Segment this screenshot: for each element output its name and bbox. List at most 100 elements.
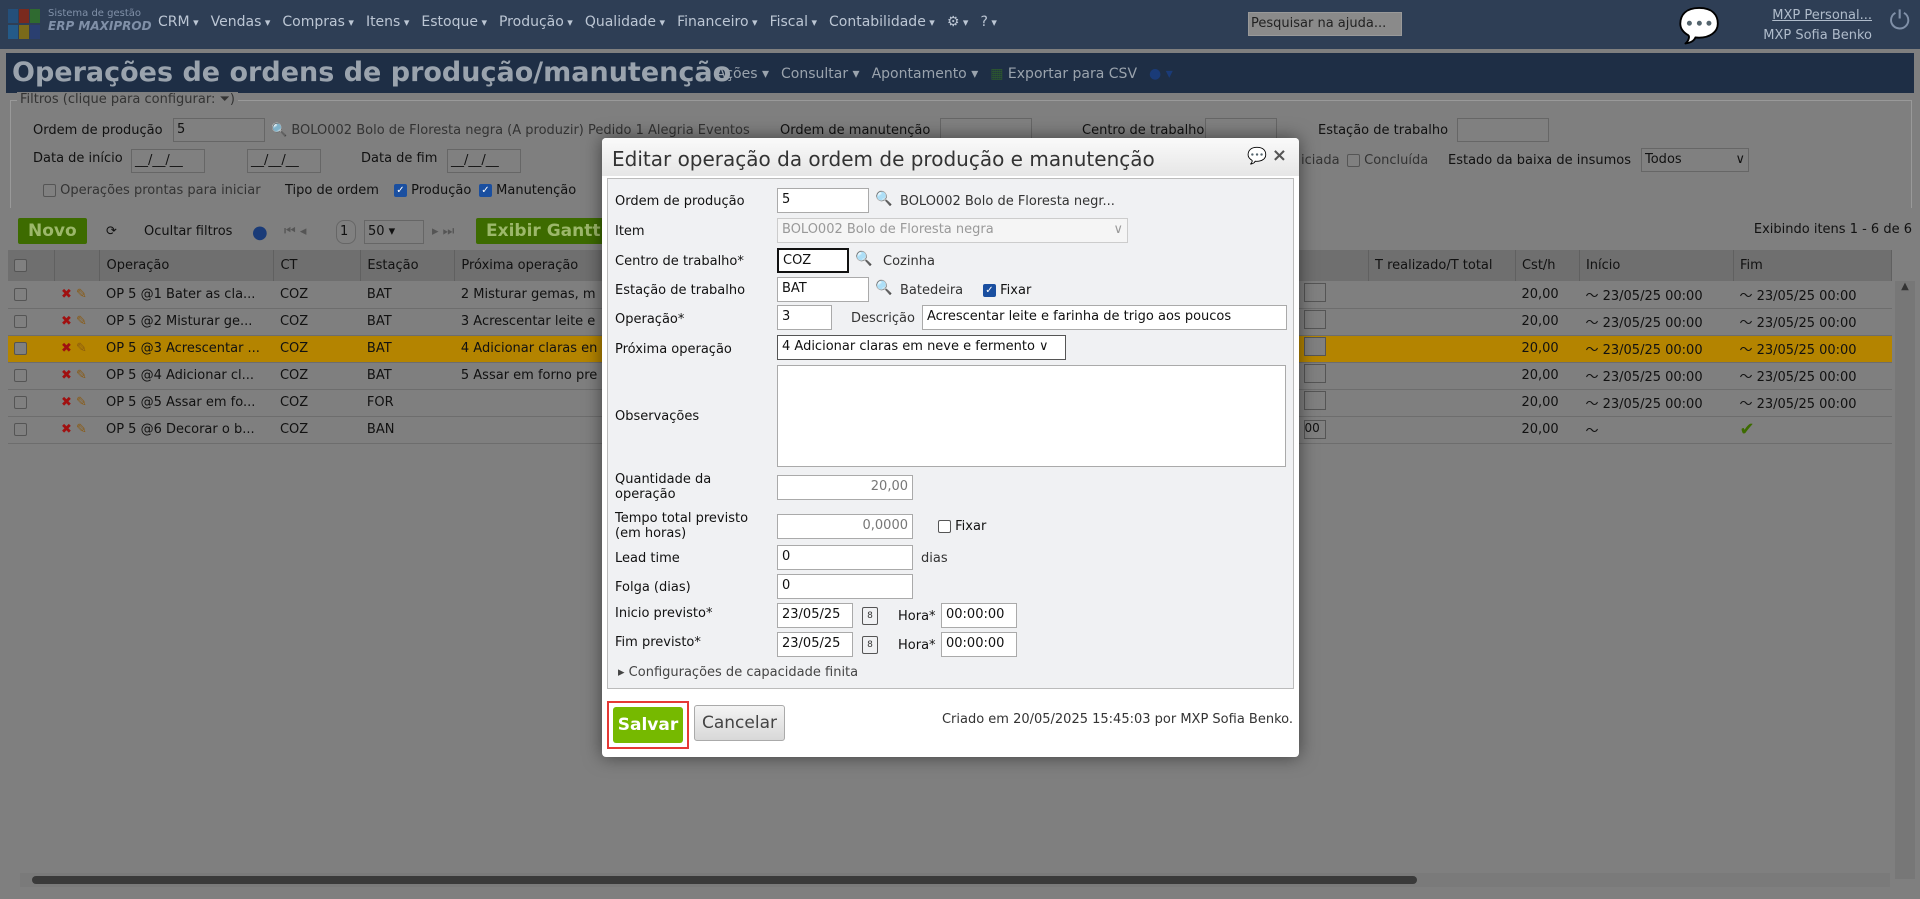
help-icon[interactable]: ● bbox=[252, 222, 268, 243]
first-page-icon[interactable]: ⏮ ◂ bbox=[284, 224, 306, 239]
fim-date-input[interactable]: 23/05/25 bbox=[777, 632, 853, 657]
operacao-input[interactable]: 3 bbox=[777, 305, 832, 330]
row-checkbox[interactable] bbox=[8, 281, 55, 309]
filters-legend[interactable]: Filtros (clique para configurar: ⏷) bbox=[17, 92, 238, 107]
help-icon[interactable]: ? bbox=[980, 14, 996, 30]
observacoes-textarea[interactable] bbox=[777, 365, 1286, 467]
delete-icon[interactable]: ✖ bbox=[61, 395, 72, 410]
edit-icon[interactable]: ✎ bbox=[76, 314, 87, 329]
delete-icon[interactable]: ✖ bbox=[61, 287, 72, 302]
calendar-icon[interactable]: 8 bbox=[862, 636, 878, 654]
edit-icon[interactable]: ✎ bbox=[76, 422, 87, 437]
delete-icon[interactable]: ✖ bbox=[61, 368, 72, 383]
estacao-fixar-checkbox[interactable]: ✓ Fixar bbox=[983, 283, 1031, 298]
help-search-input[interactable]: Pesquisar na ajuda... bbox=[1248, 12, 1402, 36]
estacao-input[interactable]: BAT bbox=[777, 277, 869, 302]
lead-time-input[interactable]: 0 bbox=[777, 545, 913, 570]
cell-input[interactable] bbox=[1297, 281, 1369, 309]
user-menu[interactable]: MXP Personal... MXP Sofia Benko bbox=[1763, 6, 1872, 46]
cell-operacao[interactable]: OP 5 @2 Misturar ge... bbox=[99, 308, 274, 336]
edit-icon[interactable]: ✎ bbox=[76, 368, 87, 383]
menu-consultar[interactable]: Consultar ▾ bbox=[781, 66, 860, 82]
row-checkbox[interactable] bbox=[8, 416, 55, 444]
row-checkbox[interactable] bbox=[8, 389, 55, 417]
descricao-input[interactable]: Acrescentar leite e farinha de trigo aos… bbox=[922, 305, 1287, 330]
col-inicio[interactable]: Início bbox=[1579, 250, 1734, 281]
data-fim-from[interactable]: __/__/__ bbox=[447, 149, 521, 173]
menu-apontamento[interactable]: Apontamento ▾ bbox=[872, 66, 979, 82]
inicio-hora-input[interactable]: 00:00:00 bbox=[941, 603, 1017, 628]
menu-estoque[interactable]: Estoque bbox=[421, 14, 487, 30]
tempo-input[interactable]: 0,0000 bbox=[777, 514, 913, 539]
menu-financeiro[interactable]: Financeiro bbox=[677, 14, 758, 30]
delete-icon[interactable]: ✖ bbox=[61, 341, 72, 356]
col-fim[interactable]: Fim bbox=[1733, 250, 1893, 281]
next-page-icon[interactable]: ▸ ⏭ bbox=[432, 224, 454, 239]
select-all-checkbox[interactable] bbox=[8, 250, 56, 281]
novo-button[interactable]: Novo bbox=[18, 218, 87, 244]
menu-vendas[interactable]: Vendas bbox=[211, 14, 271, 30]
chat-icon[interactable]: 💬 bbox=[1678, 6, 1720, 46]
col-operacao[interactable]: Operação bbox=[99, 250, 275, 281]
row-checkbox[interactable] bbox=[8, 308, 55, 336]
ordem-producao-input[interactable]: 5 bbox=[173, 118, 265, 142]
export-csv-button[interactable]: ▦ Exportar para CSV bbox=[990, 66, 1137, 82]
ordem-input[interactable]: 5 bbox=[777, 188, 869, 213]
tempo-fixar-checkbox[interactable]: Fixar bbox=[938, 519, 986, 534]
item-select[interactable]: BOLO002 Bolo de Floresta negra ∨ bbox=[777, 218, 1128, 243]
edit-icon[interactable]: ✎ bbox=[76, 341, 87, 356]
comment-icon[interactable]: 💬 bbox=[1247, 146, 1267, 165]
ocultar-filtros-button[interactable]: Ocultar filtros bbox=[144, 224, 232, 239]
menu-fiscal[interactable]: Fiscal bbox=[770, 14, 817, 30]
horizontal-scrollbar[interactable] bbox=[20, 873, 1890, 887]
vertical-scrollbar[interactable]: ▲ bbox=[1895, 281, 1915, 879]
cell-operacao[interactable]: OP 5 @5 Assar em fo... bbox=[99, 389, 274, 417]
search-icon[interactable]: 🔍 bbox=[855, 251, 872, 267]
menu-producao[interactable]: Produção bbox=[499, 14, 573, 30]
cell-input[interactable] bbox=[1297, 335, 1369, 363]
fim-hora-input[interactable]: 00:00:00 bbox=[941, 632, 1017, 657]
cell-operacao[interactable]: OP 5 @1 Bater as cla... bbox=[99, 281, 274, 309]
user-link[interactable]: MXP Personal... bbox=[1763, 6, 1872, 26]
help-icon[interactable]: ● ▾ bbox=[1149, 66, 1173, 82]
gear-icon[interactable]: ⚙ bbox=[947, 14, 969, 30]
exibir-gantt-button[interactable]: Exibir Gantt bbox=[476, 218, 611, 244]
per-page-select[interactable]: 50 ▾ bbox=[364, 220, 424, 244]
row-checkbox[interactable] bbox=[8, 335, 55, 363]
power-icon[interactable]: ⏻ bbox=[1889, 6, 1910, 37]
col-cst[interactable]: Cst/h bbox=[1515, 250, 1580, 281]
cell-input[interactable] bbox=[1297, 389, 1369, 417]
menu-qualidade[interactable]: Qualidade bbox=[585, 14, 665, 30]
delete-icon[interactable]: ✖ bbox=[61, 314, 72, 329]
col-estacao[interactable]: Estação bbox=[360, 250, 456, 281]
inicio-date-input[interactable]: 23/05/25 bbox=[777, 603, 853, 628]
menu-crm[interactable]: CRM bbox=[158, 14, 199, 30]
cell-input[interactable] bbox=[1297, 362, 1369, 390]
refresh-icon[interactable]: ⟳ bbox=[106, 224, 117, 239]
producao-checkbox[interactable]: ✓ Produção bbox=[394, 183, 471, 198]
scroll-thumb[interactable] bbox=[32, 876, 1417, 884]
quantidade-input[interactable]: 20,00 bbox=[777, 475, 913, 500]
page-input[interactable]: 1 bbox=[336, 220, 356, 244]
row-checkbox[interactable] bbox=[8, 362, 55, 390]
search-icon[interactable]: 🔍 bbox=[875, 191, 892, 207]
cell-input[interactable]: 00 bbox=[1297, 416, 1369, 444]
cell-operacao[interactable]: OP 5 @3 Acrescentar ... bbox=[99, 335, 274, 363]
dialog-header[interactable]: Editar operação da ordem de produção e m… bbox=[602, 138, 1299, 176]
close-icon[interactable]: × bbox=[1272, 145, 1287, 166]
cancelar-button[interactable]: Cancelar bbox=[694, 705, 785, 741]
cell-input[interactable] bbox=[1297, 308, 1369, 336]
estacao-input[interactable] bbox=[1457, 118, 1549, 142]
delete-icon[interactable]: ✖ bbox=[61, 422, 72, 437]
menu-contabilidade[interactable]: Contabilidade bbox=[829, 14, 935, 30]
folga-input[interactable]: 0 bbox=[777, 574, 913, 599]
col-ct[interactable]: CT bbox=[273, 250, 362, 281]
menu-acoes[interactable]: Ações ▾ bbox=[716, 66, 769, 82]
centro-input[interactable]: COZ bbox=[777, 248, 849, 273]
erp-logo[interactable] bbox=[8, 9, 42, 39]
data-inicio-to[interactable]: __/__/__ bbox=[247, 149, 321, 173]
manutencao-checkbox[interactable]: ✓ Manutenção bbox=[479, 183, 576, 198]
menu-itens[interactable]: Itens bbox=[366, 14, 409, 30]
data-inicio-from[interactable]: __/__/__ bbox=[131, 149, 205, 173]
search-icon[interactable]: 🔍 bbox=[875, 280, 892, 296]
